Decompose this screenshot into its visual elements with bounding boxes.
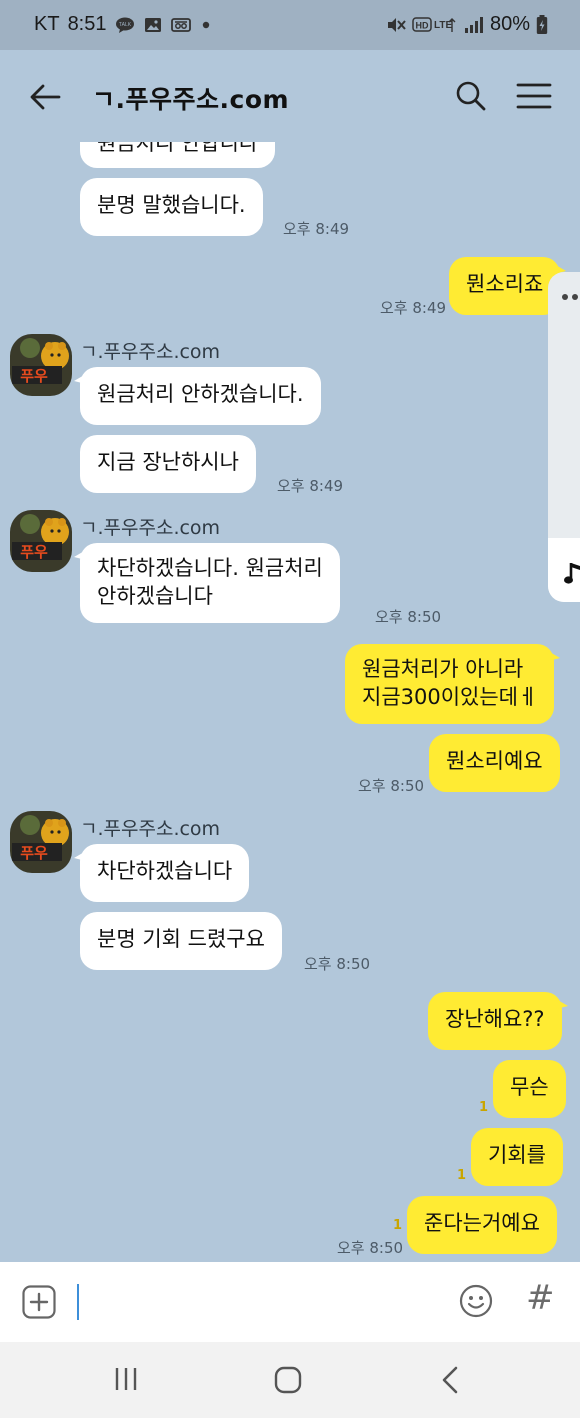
message-bubble-received[interactable]: 차단하겠습니다. 원금처리 안하겠습니다 xyxy=(74,543,340,623)
gallery-notification-icon xyxy=(144,17,161,32)
message-text-line: 차단하겠습니다. 원금처리 xyxy=(97,556,323,580)
system-navigation-bar xyxy=(0,1342,580,1418)
menu-icon[interactable] xyxy=(516,82,552,110)
mute-icon xyxy=(387,17,406,32)
chat-room-title[interactable]: ㄱ.푸우주소.com xyxy=(92,80,289,116)
message-timestamp: 오후 8:49 xyxy=(380,299,447,317)
message-bubble-received[interactable]: 지금 장난하시나 xyxy=(80,435,256,493)
unread-count: 1 xyxy=(393,1218,403,1233)
unread-count: 1 xyxy=(457,1168,467,1183)
unread-count: 1 xyxy=(479,1100,489,1115)
sender-name: ㄱ.푸우주소.com xyxy=(80,818,221,840)
avatar[interactable]: 푸우 xyxy=(10,510,72,572)
message-bubble-sent[interactable]: 원금처리가 아니라 지금300이있는데ㅔ xyxy=(345,644,561,724)
hashtag-search-button[interactable]: # xyxy=(526,1278,555,1318)
avatar-image: 푸우 xyxy=(10,334,72,396)
message-text: 지금 장난하시나 xyxy=(97,450,239,474)
message-text: 분명 말했습니다. xyxy=(97,193,246,217)
message-text: 무슨 xyxy=(510,1075,549,1099)
message-text: 장난해요?? xyxy=(445,1007,545,1031)
floating-side-panel[interactable] xyxy=(548,272,580,602)
message-text: 원금처리 안합니다 xyxy=(97,142,259,155)
message-bubble-sent[interactable]: 무슨 xyxy=(493,1060,566,1118)
search-icon[interactable] xyxy=(455,80,487,112)
plus-icon[interactable] xyxy=(22,1285,56,1319)
emoji-icon[interactable] xyxy=(459,1284,493,1318)
nav-back-icon[interactable] xyxy=(440,1366,460,1394)
music-note-icon[interactable] xyxy=(564,560,580,586)
recent-apps-icon[interactable] xyxy=(113,1366,139,1392)
avatar-image: 푸우 xyxy=(10,510,72,572)
chat-header: ㄱ.푸우주소.com xyxy=(0,50,580,142)
message-bubble-received[interactable]: 원금처리 안합니다 xyxy=(80,142,276,168)
back-arrow-icon[interactable] xyxy=(28,80,62,114)
message-bubble-received[interactable]: 원금처리 안하겠습니다. xyxy=(74,367,321,425)
dot-icon xyxy=(202,21,209,28)
message-text: 뭔소리예요 xyxy=(446,749,543,773)
message-input-bar: # xyxy=(0,1262,580,1342)
svg-text:TALK: TALK xyxy=(118,22,131,28)
sender-name: ㄱ.푸우주소.com xyxy=(80,517,221,539)
message-bubble-received[interactable]: 차단하겠습니다 xyxy=(73,844,250,902)
message-timestamp: 오후 8:49 xyxy=(277,477,344,495)
home-icon[interactable] xyxy=(274,1366,302,1394)
message-bubble-sent[interactable]: 뭔소리죠 xyxy=(449,257,567,315)
chat-message-list[interactable]: 원금처리 안합니다 분명 말했습니다. 오후 8:49 뭔소리죠 오후 8:49… xyxy=(0,142,580,1262)
battery-percent: 80% xyxy=(489,13,530,35)
message-text: 원금처리 안하겠습니다. xyxy=(97,382,304,406)
message-text: 준다는거예요 xyxy=(424,1211,540,1235)
message-text: 뭔소리죠 xyxy=(466,272,544,296)
message-input-field[interactable] xyxy=(77,1284,79,1320)
message-timestamp: 오후 8:50 xyxy=(358,777,425,795)
carrier-label: KT xyxy=(34,13,60,35)
message-text: 차단하겠습니다 xyxy=(97,859,233,883)
message-timestamp: 오후 8:50 xyxy=(337,1239,404,1257)
avatar-text: 푸우 xyxy=(20,844,48,862)
avatar-text: 푸우 xyxy=(20,543,48,561)
message-text: 분명 기회 드렸구요 xyxy=(97,927,265,951)
status-bar: KT 8:51 TALK HD LTE 80% xyxy=(0,0,580,50)
message-timestamp: 오후 8:49 xyxy=(283,220,350,238)
message-text-line: 안하겠습니다 xyxy=(97,584,213,608)
message-timestamp: 오후 8:50 xyxy=(304,955,371,973)
avatar[interactable]: 푸우 xyxy=(10,811,72,873)
more-dots-icon[interactable] xyxy=(560,292,580,302)
avatar[interactable]: 푸우 xyxy=(10,334,72,396)
hd-lte-icon: HD LTE xyxy=(412,16,456,32)
sender-name: ㄱ.푸우주소.com xyxy=(80,341,221,363)
side-panel-footer xyxy=(548,538,580,602)
message-text-line: 원금처리가 아니라 xyxy=(362,657,524,681)
status-left: KT 8:51 TALK xyxy=(34,13,213,36)
svg-text:HD: HD xyxy=(415,20,428,30)
avatar-image: 푸우 xyxy=(10,811,72,873)
message-bubble-sent[interactable]: 장난해요?? xyxy=(428,992,568,1050)
message-bubble-sent[interactable]: 준다는거예요 xyxy=(407,1196,557,1254)
kakaotalk-notification-icon: TALK xyxy=(115,17,134,33)
signal-icon xyxy=(464,16,483,33)
battery-charging-icon xyxy=(536,14,548,34)
voicemail-notification-icon xyxy=(170,17,191,32)
message-bubble-sent[interactable]: 기회를 xyxy=(471,1128,563,1186)
status-right: HD LTE 80% xyxy=(386,13,548,36)
message-text: 기회를 xyxy=(488,1143,546,1167)
avatar-text: 푸우 xyxy=(20,367,48,385)
message-bubble-received[interactable]: 분명 기회 드렸구요 xyxy=(80,912,282,970)
message-timestamp: 오후 8:50 xyxy=(375,608,442,626)
message-bubble-received[interactable]: 분명 말했습니다. xyxy=(80,178,263,236)
message-bubble-sent[interactable]: 뭔소리예요 xyxy=(429,734,560,792)
message-text-line: 지금300이있는데ㅔ xyxy=(362,685,538,709)
clock: 8:51 xyxy=(67,13,107,35)
